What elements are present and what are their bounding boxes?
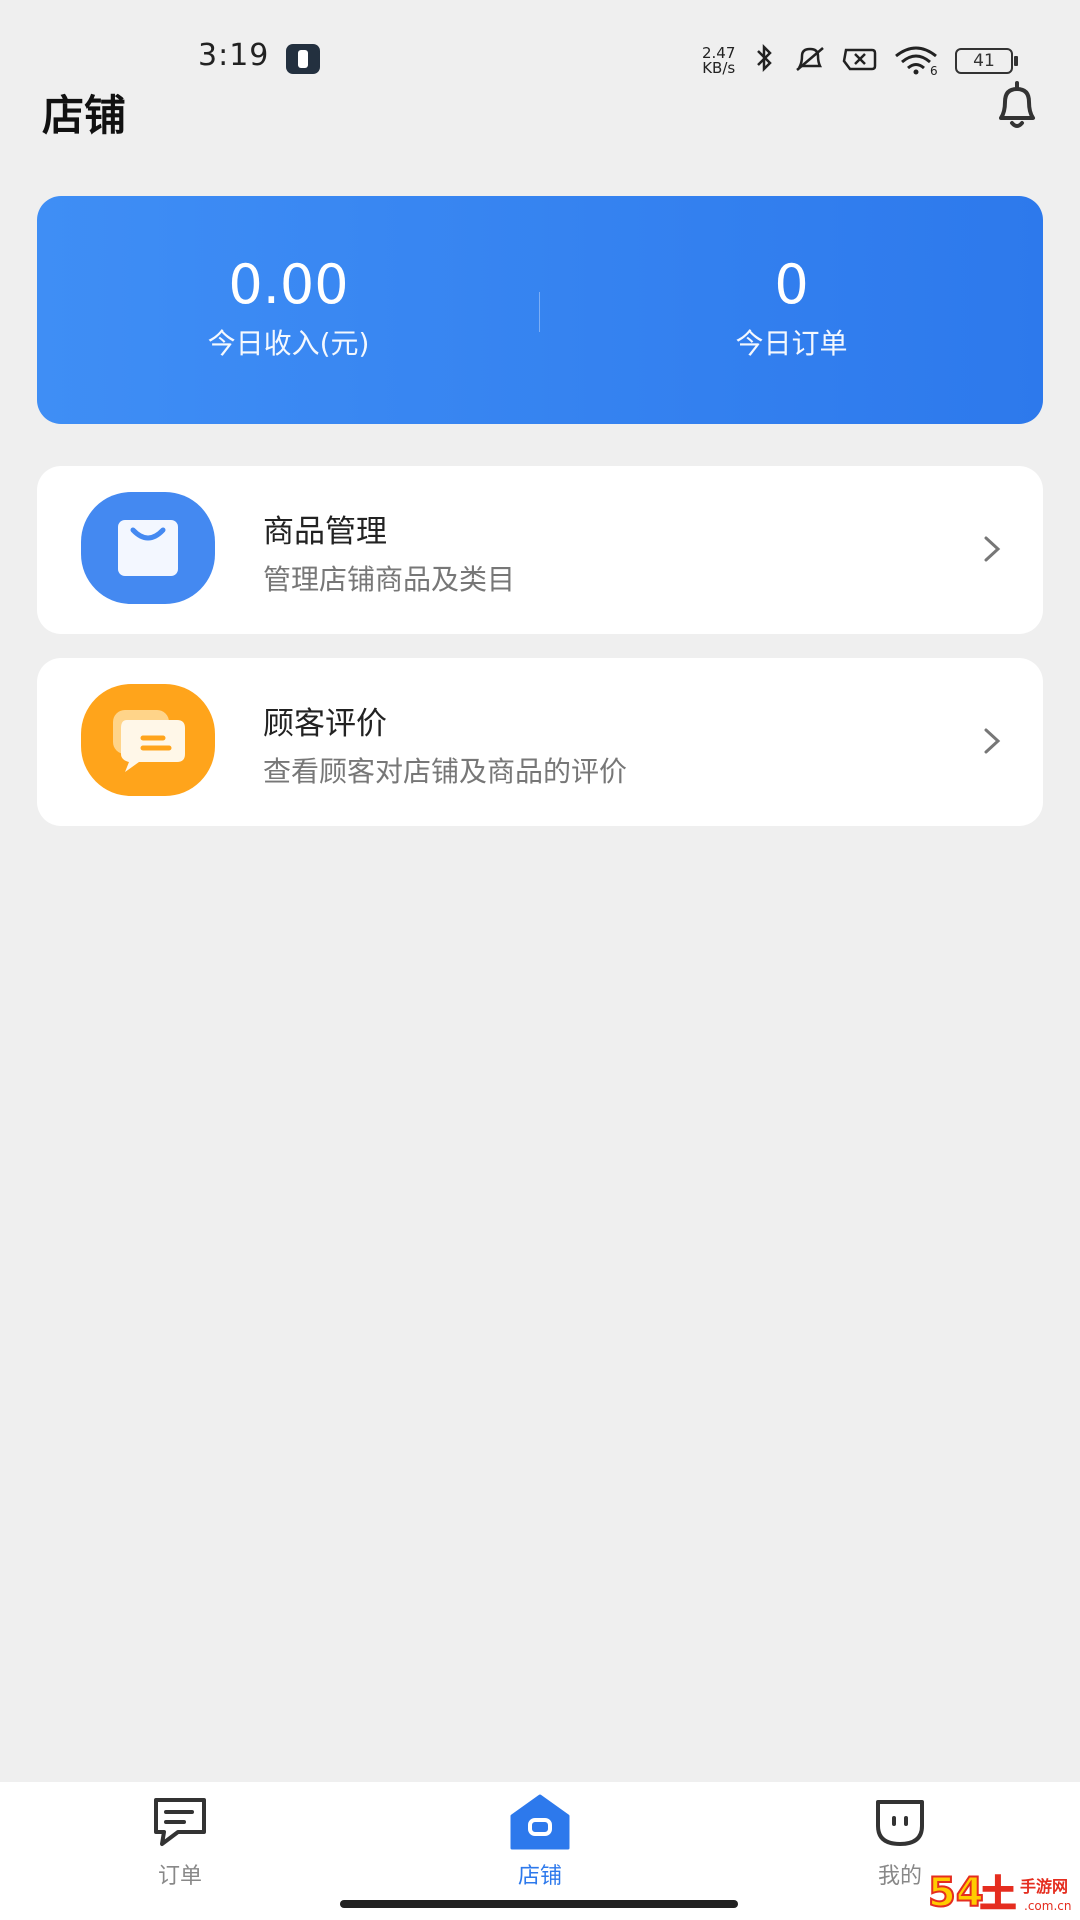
network-speed-unit: KB/s	[702, 59, 736, 77]
battery-indicator: 41	[955, 48, 1018, 74]
watermark-logo: 54 土 手游网 .com.cn	[928, 1869, 1071, 1917]
tab-label: 店铺	[517, 1864, 562, 1889]
shopping-bag-icon	[81, 492, 215, 604]
app-notification-icon	[286, 44, 320, 74]
wifi-badge: 6	[930, 64, 938, 78]
network-speed: 2.47 KB/s	[702, 46, 735, 76]
income-value: 0.00	[228, 253, 349, 316]
menu-item-product-management[interactable]: 商品管理 管理店铺商品及类目	[37, 466, 1043, 634]
no-sim-icon	[842, 48, 877, 71]
tab-store[interactable]: 店铺	[440, 1792, 640, 1890]
svg-text:手游网: 手游网	[1020, 1877, 1068, 1896]
orders-stat[interactable]: 0 今日订单	[540, 254, 1043, 362]
tab-label: 订单	[157, 1864, 202, 1889]
chat-bubble-icon	[81, 684, 215, 796]
svg-text:土: 土	[980, 1874, 1016, 1915]
orders-value: 0	[774, 253, 809, 316]
bell-muted-icon	[796, 47, 824, 71]
store-home-icon	[510, 1794, 570, 1850]
status-bar: 3:19 2.47 KB/s 6 41	[0, 0, 1080, 100]
menu-item-customer-reviews[interactable]: 顾客评价 查看顾客对店铺及商品的评价	[37, 658, 1043, 826]
tab-orders[interactable]: 订单	[80, 1792, 280, 1890]
notification-bell-icon[interactable]	[990, 78, 1044, 132]
home-indicator[interactable]	[340, 1900, 738, 1908]
svg-text:.com.cn: .com.cn	[1024, 1899, 1071, 1913]
orders-label: 今日订单	[735, 327, 848, 360]
menu-subtitle: 管理店铺商品及类目	[263, 563, 516, 596]
chevron-right-icon	[984, 536, 1001, 562]
income-label: 今日收入(元)	[207, 327, 370, 360]
status-time: 3:19	[198, 38, 270, 73]
order-message-icon	[154, 1798, 206, 1846]
income-stat[interactable]: 0.00 今日收入(元)	[37, 254, 540, 362]
profile-icon	[876, 1800, 924, 1846]
menu-title: 商品管理	[263, 514, 387, 550]
bluetooth-icon	[757, 43, 772, 73]
today-stats-card: 0.00 今日收入(元) 0 今日订单	[37, 196, 1043, 424]
svg-text:54: 54	[928, 1870, 984, 1916]
menu-subtitle: 查看顾客对店铺及商品的评价	[263, 755, 628, 788]
menu-title: 顾客评价	[263, 706, 387, 742]
chevron-right-icon	[984, 728, 1001, 754]
page-title: 店铺	[42, 91, 127, 140]
